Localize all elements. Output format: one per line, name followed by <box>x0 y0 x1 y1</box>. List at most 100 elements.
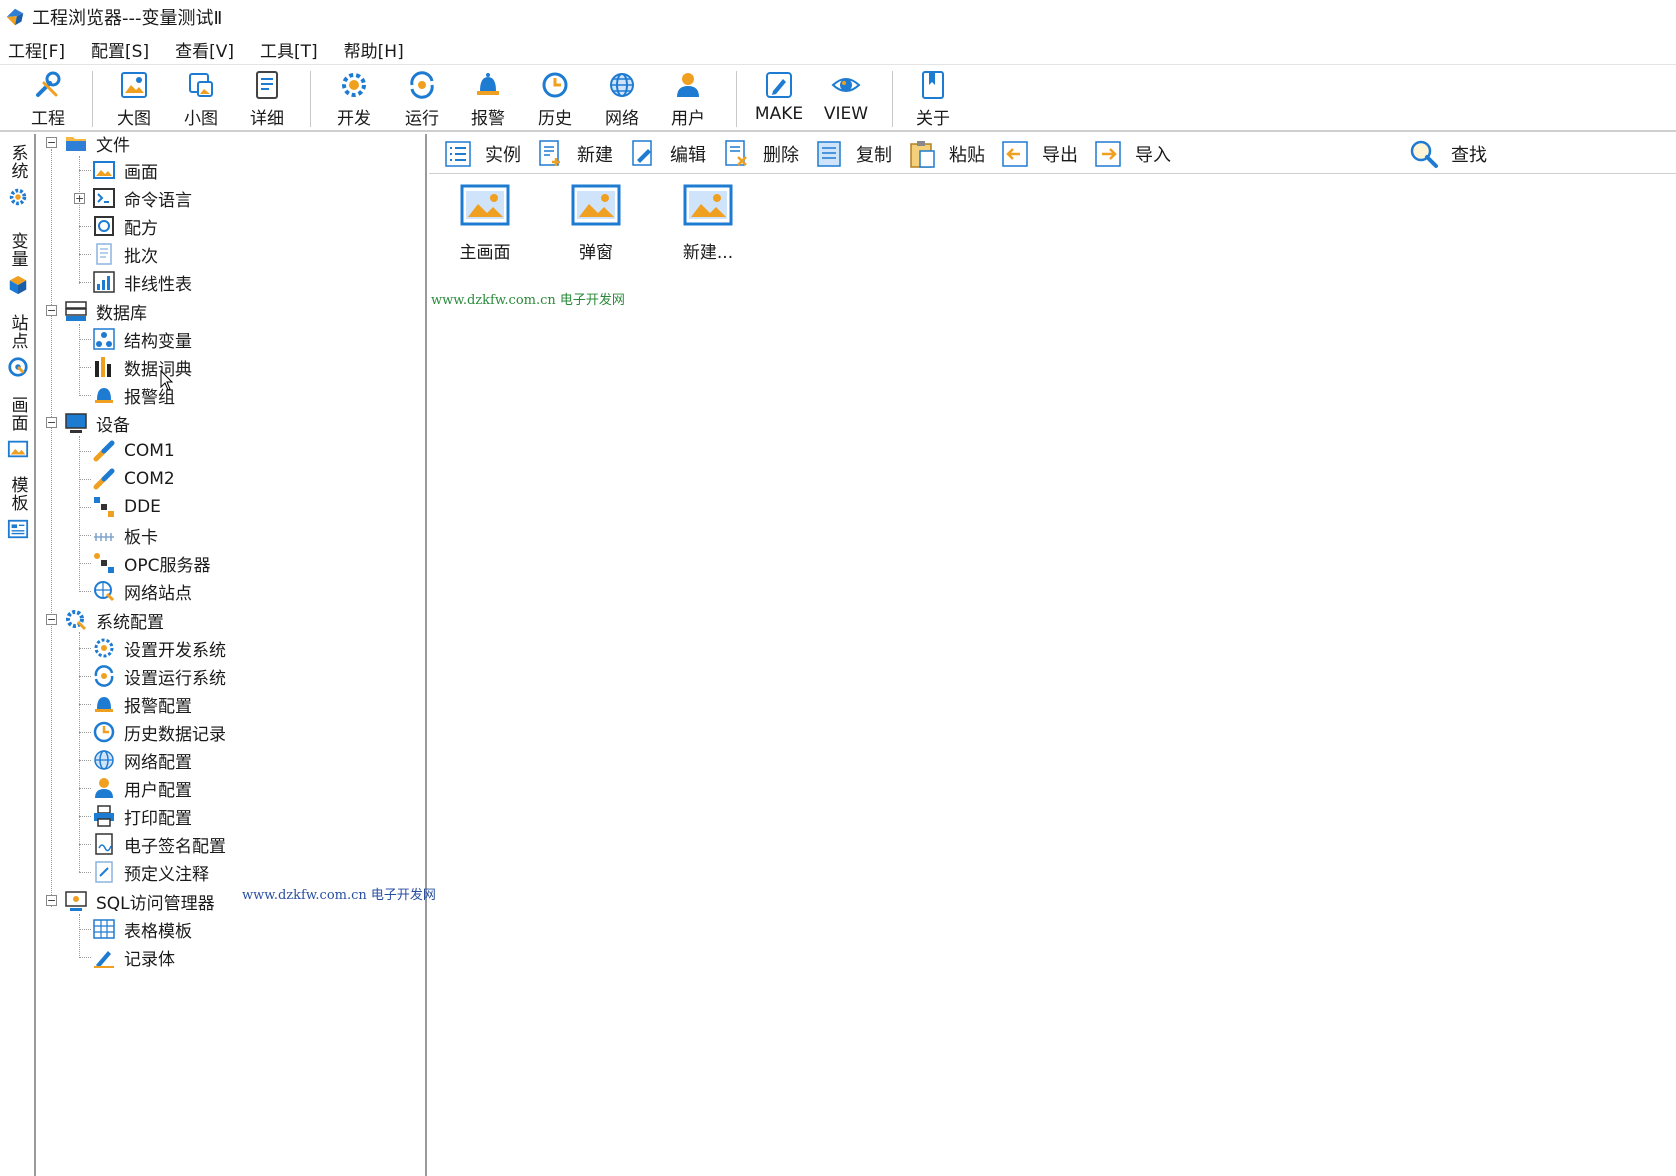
tree-item-record-body[interactable]: 记录体 <box>92 943 175 971</box>
view-label: VIEW <box>823 104 869 124</box>
collapse-toggle[interactable]: − <box>46 417 57 428</box>
side-tab-screens[interactable]: 画面 <box>4 396 32 460</box>
large-icons-button[interactable]: 大图 <box>104 69 164 129</box>
toolbar-separator <box>892 71 893 127</box>
import-button[interactable]: 导入 <box>1093 138 1171 170</box>
tree-item-screens[interactable]: 画面 <box>92 156 158 184</box>
tree-item-struct-variables[interactable]: 结构变量 <box>92 325 192 353</box>
menu-help[interactable]: 帮助[H] <box>342 35 406 64</box>
copy-button[interactable]: 复制 <box>814 138 892 170</box>
tree-item-com1[interactable]: COM1 <box>92 437 175 465</box>
view-button[interactable]: VIEW <box>816 69 876 129</box>
tree-item-run-system-settings[interactable]: 设置运行系统 <box>92 662 226 690</box>
toolbar-separator <box>310 71 311 127</box>
tree-item-dde[interactable]: DDE <box>92 493 161 521</box>
tree-item-network-config[interactable]: 网络配置 <box>92 746 192 774</box>
tree-item-dev-system-settings[interactable]: 设置开发系统 <box>92 634 226 662</box>
tree-connector <box>79 788 91 789</box>
user-button[interactable]: 用户 <box>658 69 718 129</box>
tree-node-devices[interactable]: 设备 <box>64 409 130 437</box>
delete-button[interactable]: 删除 <box>721 138 799 170</box>
new-button[interactable]: 新建 <box>535 138 613 170</box>
tree-item-network-station[interactable]: 网络站点 <box>92 577 192 605</box>
alarm-button[interactable]: 报警 <box>458 69 518 129</box>
tree-item-user-config[interactable]: 用户配置 <box>92 774 192 802</box>
find-button[interactable]: 查找 <box>1409 138 1487 170</box>
tree-item-label: 网络配置 <box>124 752 192 773</box>
main-toolbar: 工程 大图 小图 详细 开发 运行 报警 历史 网络 用户 MAKE VIEW … <box>0 64 1676 132</box>
side-tab-templates-label: 模板 <box>7 476 28 512</box>
collapse-toggle[interactable]: − <box>46 137 57 148</box>
small-icons-button[interactable]: 小图 <box>171 69 231 129</box>
tree-item-predefined-comments[interactable]: 预定义注释 <box>92 858 209 886</box>
tree-node-system-config[interactable]: 系统配置 <box>64 606 164 634</box>
edit-document-icon <box>632 140 652 166</box>
tree-node-sql-manager[interactable]: SQL访问管理器 <box>64 887 215 915</box>
project-browser-window: 工程浏览器---变量测试Ⅱ 工程[F] 配置[S] 查看[V] 工具[T] 帮助… <box>0 0 1676 1176</box>
screen-item[interactable]: 主画面 <box>437 184 533 263</box>
side-tab-system[interactable]: 系统 <box>4 144 32 208</box>
develop-label: 开发 <box>337 109 371 129</box>
tree-item-label: 记录体 <box>124 949 175 970</box>
tree-item-board[interactable]: 板卡 <box>92 521 158 549</box>
menu-tools[interactable]: 工具[T] <box>258 35 320 64</box>
tree-node-database[interactable]: 数据库 <box>64 297 147 325</box>
tree-connector <box>79 632 80 872</box>
screen-item[interactable]: 新建... <box>660 184 756 263</box>
terminal-icon <box>93 188 115 208</box>
toolbar-separator <box>92 71 93 127</box>
template-icon <box>7 519 29 539</box>
tree-item-e-signature-config[interactable]: 电子签名配置 <box>92 830 226 858</box>
details-button[interactable]: 详细 <box>237 69 297 129</box>
tree-connector <box>79 816 91 817</box>
history-button[interactable]: 历史 <box>525 69 585 129</box>
make-button[interactable]: MAKE <box>749 69 809 129</box>
menu-project[interactable]: 工程[F] <box>6 35 67 64</box>
collapse-toggle[interactable]: − <box>46 614 57 625</box>
menu-config[interactable]: 配置[S] <box>89 35 151 64</box>
paste-button[interactable]: 粘贴 <box>907 138 985 170</box>
app-logo-icon <box>6 8 24 26</box>
screen-item[interactable]: 弹窗 <box>548 184 644 263</box>
run-button[interactable]: 运行 <box>392 69 452 129</box>
tree-item-label: 非线性表 <box>124 274 192 295</box>
watermark-url: www.dzkfw.com.cn <box>242 888 367 903</box>
tree-item-nonlinear-table[interactable]: 非线性表 <box>92 268 192 296</box>
tree-item-command-language[interactable]: 命令语言 <box>92 184 192 212</box>
tree-connector <box>79 254 91 255</box>
network-button[interactable]: 网络 <box>592 69 652 129</box>
project-button-label: 工程 <box>31 109 65 129</box>
instance-button[interactable]: 实例 <box>443 138 521 170</box>
about-button[interactable]: 关于 <box>903 69 963 129</box>
screen-thumbnail-icon <box>571 184 621 226</box>
tree-item-com2[interactable]: COM2 <box>92 465 175 493</box>
tree-connector <box>79 156 80 284</box>
side-tab-templates[interactable]: 模板 <box>4 476 32 540</box>
expand-toggle[interactable]: + <box>74 193 85 204</box>
collapse-toggle[interactable]: − <box>46 305 57 316</box>
tree-item-history-record[interactable]: 历史数据记录 <box>92 718 226 746</box>
tree-item-alarm-config[interactable]: 报警配置 <box>92 690 192 718</box>
content-pane: 实例 新建 编辑 删除 复制 粘贴 导出 导入 查找 主画面 弹窗 新建... … <box>429 134 1676 1176</box>
tree-connector <box>79 844 91 845</box>
collapse-toggle[interactable]: − <box>46 895 57 906</box>
menu-view[interactable]: 查看[V] <box>173 35 236 64</box>
edit-button[interactable]: 编辑 <box>628 138 706 170</box>
tree-item-table-template[interactable]: 表格模板 <box>92 915 192 943</box>
tree-item-data-dictionary[interactable]: 数据词典 <box>92 353 192 381</box>
tree-item-recipe[interactable]: 配方 <box>92 212 158 240</box>
note-icon <box>95 861 113 883</box>
tree-item-opc-server[interactable]: OPC服务器 <box>92 549 211 577</box>
side-tab-variables[interactable]: 变量 <box>4 232 32 296</box>
project-button[interactable]: 工程 <box>18 69 78 129</box>
toolbar-separator <box>736 71 737 127</box>
side-tab-stations[interactable]: 站点 <box>4 314 32 378</box>
tree-item-print-config[interactable]: 打印配置 <box>92 802 192 830</box>
tree-item-batch[interactable]: 批次 <box>92 240 158 268</box>
dictionary-icon <box>95 357 111 377</box>
title-bar: 工程浏览器---变量测试Ⅱ <box>0 0 1676 34</box>
develop-button[interactable]: 开发 <box>324 69 384 129</box>
new-document-icon <box>539 140 560 166</box>
tree-node-file[interactable]: 文件 <box>64 129 130 157</box>
export-button[interactable]: 导出 <box>1000 138 1078 170</box>
